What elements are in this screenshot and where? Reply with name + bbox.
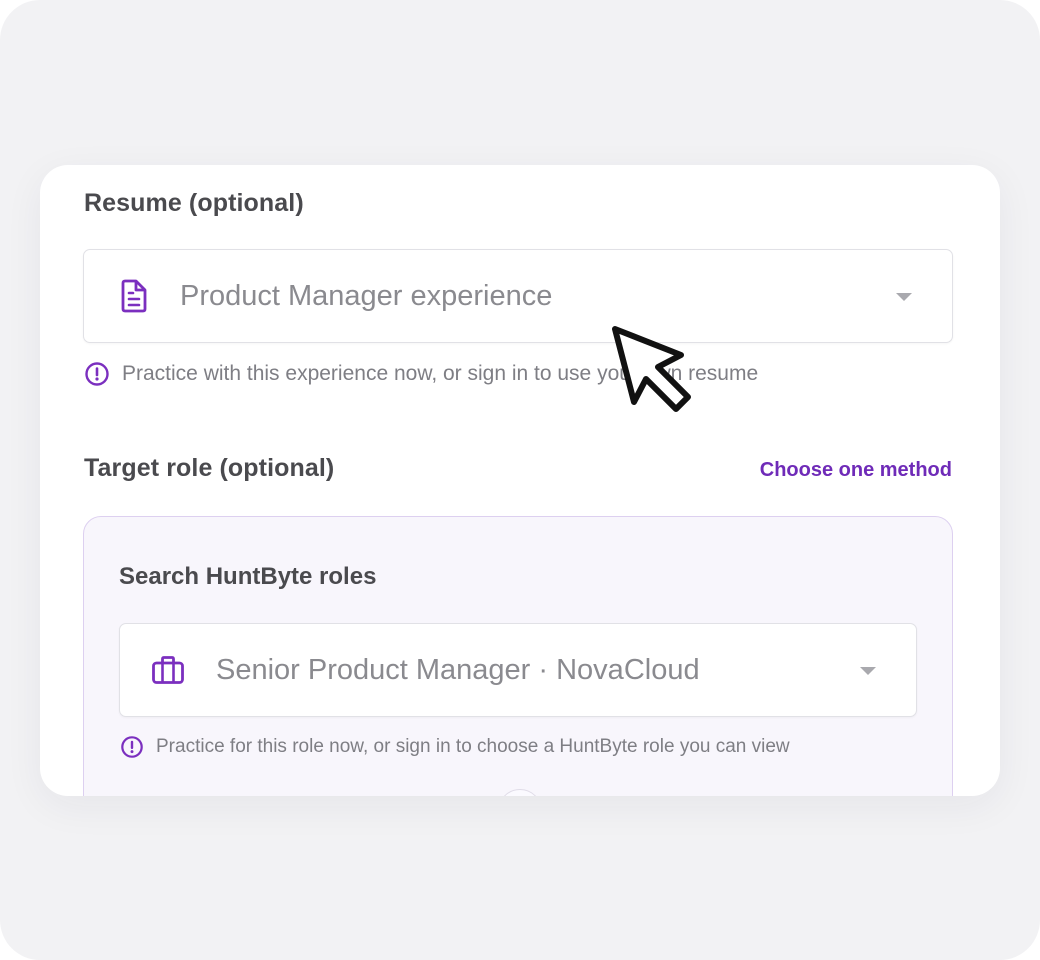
resume-section-label: Resume (optional) (84, 189, 304, 217)
role-hint-text: Practice for this role now, or sign in t… (156, 736, 790, 757)
role-select[interactable]: Senior Product Manager · NovaCloud (119, 623, 917, 717)
resume-select[interactable]: Product Manager experience (83, 249, 953, 343)
role-select-value: Senior Product Manager · NovaCloud (216, 653, 700, 686)
resume-select-value: Product Manager experience (180, 279, 553, 312)
document-icon (117, 279, 151, 313)
chevron-down-icon (896, 293, 912, 301)
chevron-down-icon (860, 667, 876, 675)
choose-one-method-link[interactable]: Choose one method (760, 459, 952, 482)
search-roles-title: Search HuntByte roles (119, 563, 377, 590)
briefcase-icon (151, 653, 185, 687)
info-icon (84, 361, 110, 387)
resume-hint: Practice with this experience now, or si… (84, 361, 758, 387)
backdrop-frame: Resume (optional) Product Manager experi… (0, 0, 1040, 960)
target-role-section-label: Target role (optional) (84, 454, 335, 482)
role-hint: Practice for this role now, or sign in t… (120, 735, 790, 759)
info-icon (120, 735, 144, 759)
form-card: Resume (optional) Product Manager experi… (40, 165, 1000, 796)
resume-hint-text: Practice with this experience now, or si… (122, 362, 759, 385)
